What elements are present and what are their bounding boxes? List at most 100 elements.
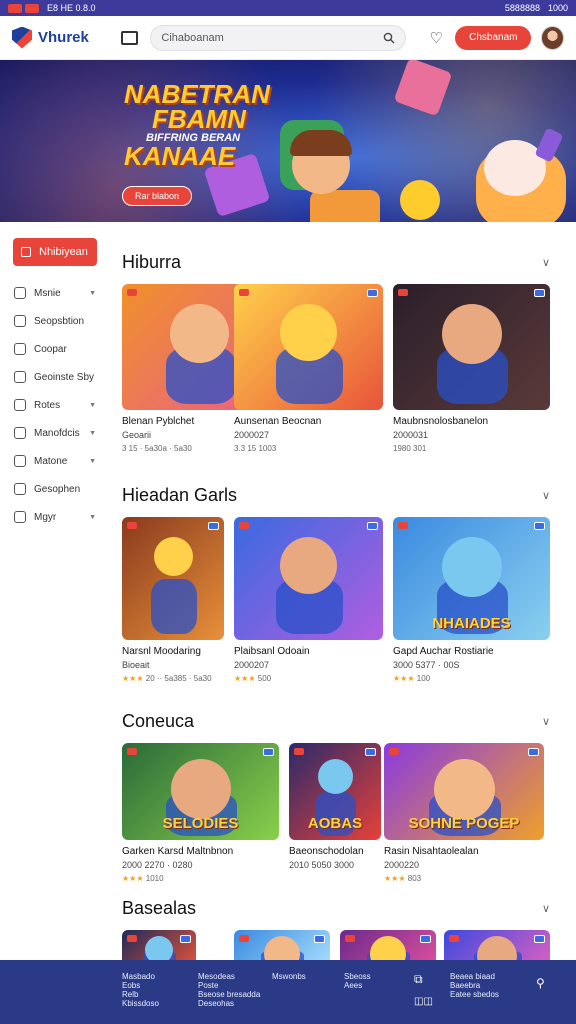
sidebar-item-0[interactable]: Msnie ▼ [0,280,110,306]
rating-stars-icon: ★★★ [393,674,417,683]
bookmark-icon[interactable] [534,289,545,297]
chevron-down-icon[interactable]: ▼ [89,514,96,521]
game-card[interactable]: Plaibsanl Odoain 2000207 ★★★ 500 [234,517,383,683]
new-badge-icon [239,289,249,296]
hero-cta-button[interactable]: Rar blabon [122,186,193,206]
folder-icon[interactable] [121,30,139,45]
avatar[interactable] [541,25,564,50]
footer-link[interactable]: Kbissdoso [122,999,159,1008]
hero-banner[interactable]: NABETRAN FBAMN BIFFRING BERAN KANAAE Rar… [0,60,576,222]
chevron-down-icon[interactable]: ∨ [542,715,550,728]
game-thumbnail[interactable] [122,517,224,640]
game-logo-text: NHAIADES [432,615,511,632]
bookmark-icon[interactable] [365,748,376,756]
card-title[interactable]: Aunsenan Beocnan [234,416,383,427]
game-thumbnail[interactable] [234,517,383,640]
bookmark-icon[interactable] [534,522,545,530]
footer-link[interactable]: Baeebra [450,981,499,990]
game-card[interactable]: AOBAS Baeonschodolan 2010 5050 3000 [289,743,381,870]
footer-link[interactable]: Deseohas [198,999,260,1008]
section-3: Basealas ∨ [122,896,550,970]
game-thumbnail[interactable]: SELODIES [122,743,279,840]
search-icon[interactable] [383,32,395,44]
character-face [280,304,337,361]
bookmark-icon[interactable] [208,522,219,530]
game-thumbnail[interactable] [234,284,383,410]
login-button[interactable]: Chsbanam [455,25,532,50]
sidebar-item-5[interactable]: Manofdcis ▼ [0,420,110,446]
footer-link[interactable]: Sbeoss [344,972,371,981]
bookmark-icon[interactable] [314,935,325,943]
search-icon[interactable]: ⚲ [536,976,545,990]
sidebar-item-6[interactable]: Matone ▼ [0,448,110,474]
footer-link[interactable]: Relb [122,990,159,999]
game-card[interactable]: Aunsenan Beocnan 2000027 3.3 15 1003 [234,284,383,453]
footer-link[interactable]: Poste [198,981,260,990]
bookmark-icon[interactable] [420,935,431,943]
logo[interactable]: Vhurek [12,26,105,49]
game-card[interactable]: SELODIES Garken Karsd Maltnbnon 2000 2270 … [122,743,279,883]
card-title[interactable]: Baeonschodolan [289,846,381,857]
card-title[interactable]: Narsnl Moodaring [122,646,224,657]
game-thumbnail[interactable] [393,284,550,410]
sidebar-item-4[interactable]: Rotes ▼ [0,392,110,418]
card-title[interactable]: Garken Karsd Maltnbnon [122,846,279,857]
game-thumbnail[interactable]: NHAIADES [393,517,550,640]
character-face [154,537,193,576]
sidebar-item-1[interactable]: Seopsbtion [0,308,110,334]
share-icon[interactable]: ⧉ [414,972,423,987]
sidebar-item-2[interactable]: Coopar [0,336,110,362]
footer-column: Mswonbs [272,972,306,981]
sidebar-item-3[interactable]: Geoinste Sby [0,364,110,390]
game-card[interactable]: Maubnsnolosbanelon 2000031 1980 301 [393,284,550,453]
character-face [442,537,502,597]
chevron-down-icon[interactable]: ▼ [89,290,96,297]
chevron-down-icon[interactable]: ▼ [89,402,96,409]
bookmark-icon[interactable] [263,748,274,756]
bell-icon[interactable]: ♡ [430,29,443,47]
card-meta-value: 100 [416,674,431,683]
chevron-down-icon[interactable]: ▼ [89,430,96,437]
footer-link[interactable]: Masbado [122,972,159,981]
new-badge-icon [294,748,304,755]
card-meta-value: 803 [407,874,422,883]
game-card[interactable]: NHAIADES Gapd Auchar Rostiarie 3000 5377 ·… [393,517,550,683]
game-card[interactable]: Narsnl Moodaring Bioeait ★★★ 20 ·· 5a385 ·… [122,517,224,683]
status-dot-icon [25,3,39,13]
game-thumbnail[interactable]: SOHNE POGEP [384,743,544,840]
card-meta: ★★★ 1010 [122,874,279,883]
sidebar-item-label: Coopar [34,343,67,355]
sidebar-item-label: Rotes [34,399,61,411]
footer-link[interactable]: Mesodeas [198,972,260,981]
footer-link[interactable]: Aees [344,981,371,990]
sidebar-item-8[interactable]: Mgyr ▼ [0,504,110,530]
bookmark-icon[interactable] [367,289,378,297]
card-title[interactable]: Gapd Auchar Rostiarie [393,646,550,657]
bookmark-icon[interactable] [180,935,191,943]
footer-link[interactable]: Eobs [122,981,159,990]
card-title[interactable]: Plaibsanl Odoain [234,646,383,657]
search-input[interactable]: Cihaboanam [150,24,406,51]
new-badge-icon [345,935,355,942]
chevron-down-icon[interactable]: ∨ [542,902,550,915]
footer-link[interactable]: Eatee sbedos [450,990,499,999]
card-meta-value: 500 [257,674,272,683]
footer-link[interactable]: Bseose bresadda [198,990,260,999]
bookmark-icon[interactable] [528,748,539,756]
chevron-down-icon[interactable]: ∨ [542,489,550,502]
game-card[interactable]: SOHNE POGEP Rasin Nisahtaolealan 2000220 ★★… [384,743,544,883]
game-thumbnail[interactable]: AOBAS [289,743,381,840]
card-meta: 3.3 15 1003 [234,444,277,453]
bookmark-icon[interactable] [367,522,378,530]
card-title[interactable]: Maubnsnolosbanelon [393,416,550,427]
grid-icon[interactable]: ◫◫ [414,996,433,1007]
sidebar-item-active[interactable]: Nhibiyean [13,238,97,266]
chevron-down-icon[interactable]: ∨ [542,256,550,269]
chevron-down-icon[interactable]: ▼ [89,458,96,465]
sidebar-item-7[interactable]: Gesophen [0,476,110,502]
card-title[interactable]: Rasin Nisahtaolealan [384,846,544,857]
footer-link[interactable]: Mswonbs [272,972,306,981]
footer-link[interactable]: Beaea biaad [450,972,499,981]
bookmark-icon[interactable] [534,935,545,943]
section-title: Basealas [122,897,197,918]
